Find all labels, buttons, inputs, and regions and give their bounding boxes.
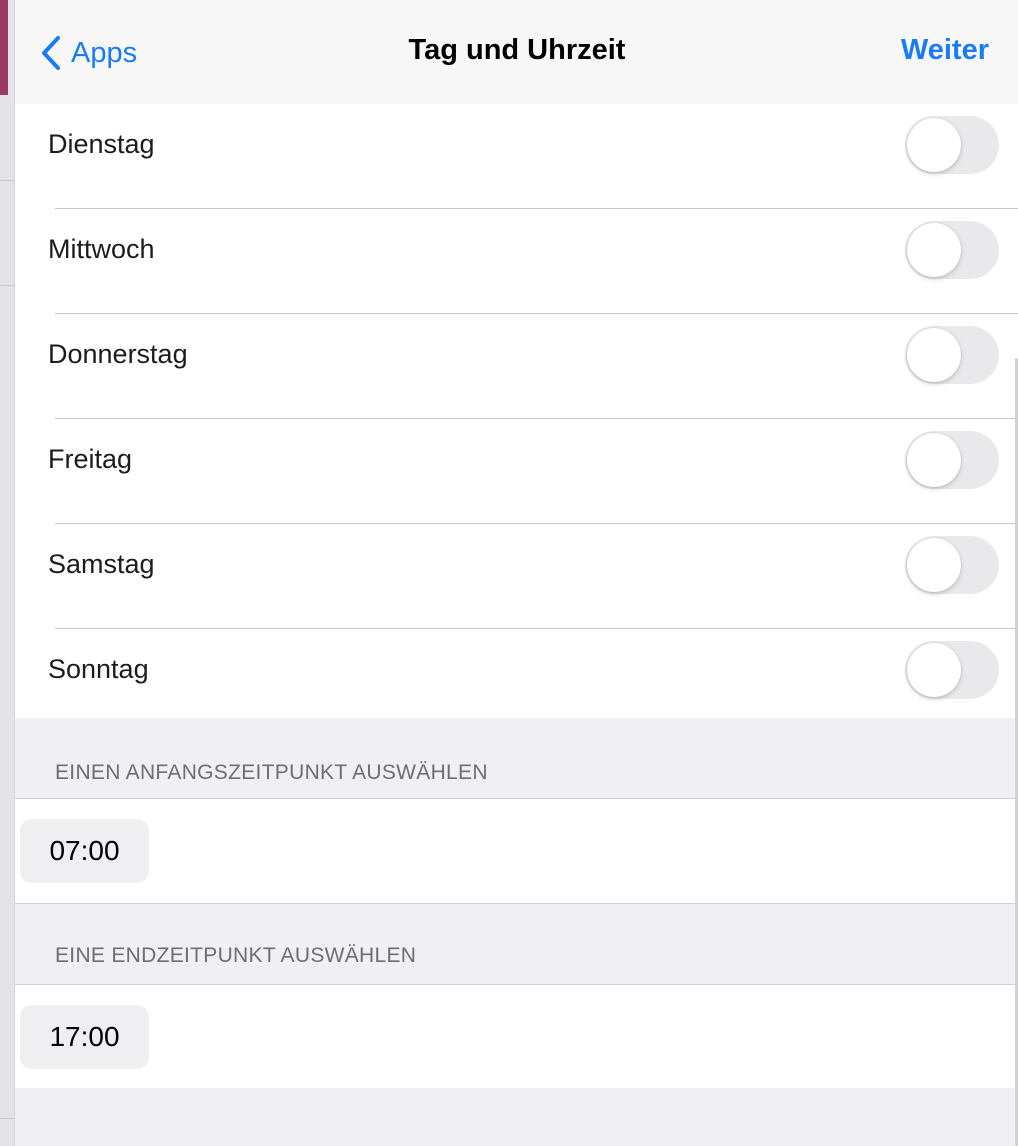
next-button[interactable]: Weiter	[901, 34, 989, 67]
weekday-row-mittwoch: Mittwoch	[15, 209, 1018, 314]
page-title: Tag und Uhrzeit	[408, 34, 626, 66]
weekday-toggle-dienstag[interactable]	[905, 116, 999, 174]
weekday-row-donnerstag: Donnerstag	[15, 314, 1018, 419]
modal-sheet: Apps Tag und Uhrzeit Weiter Dienstag Mit…	[14, 0, 1018, 1146]
weekday-toggle-mittwoch[interactable]	[905, 221, 999, 279]
weekday-label: Samstag	[48, 549, 155, 579]
toggle-knob	[907, 328, 961, 382]
navigation-bar: Apps Tag und Uhrzeit Weiter	[15, 0, 1018, 104]
weekday-row-dienstag: Dienstag	[15, 104, 1018, 209]
end-time-row: 17:00	[15, 985, 1018, 1090]
toggle-knob	[907, 538, 961, 592]
weekday-toggle-sonntag[interactable]	[905, 641, 999, 699]
toggle-knob	[907, 118, 961, 172]
background-accent	[0, 0, 8, 95]
weekday-label: Dienstag	[48, 129, 155, 159]
weekday-label: Donnerstag	[48, 339, 188, 369]
end-time-section-header: EINE ENDZEITPUNKT AUSWÄHLEN	[15, 904, 1018, 985]
toggle-knob	[907, 643, 961, 697]
weekday-row-samstag: Samstag	[15, 524, 1018, 629]
end-time-picker[interactable]: 17:00	[20, 1005, 149, 1069]
start-time-header-label: EINEN ANFANGSZEITPUNKT AUSWÄHLEN	[55, 761, 488, 784]
weekday-toggle-samstag[interactable]	[905, 536, 999, 594]
start-time-row: 07:00	[15, 799, 1018, 904]
start-time-section-header: EINEN ANFANGSZEITPUNKT AUSWÄHLEN	[15, 718, 1018, 799]
grouped-background-footer	[15, 1088, 1018, 1146]
weekday-toggle-donnerstag[interactable]	[905, 326, 999, 384]
weekday-list: Dienstag Mittwoch Donnerstag Freitag Sam…	[15, 104, 1018, 734]
weekday-toggle-freitag[interactable]	[905, 431, 999, 489]
start-time-picker[interactable]: 07:00	[20, 819, 149, 883]
weekday-label: Freitag	[48, 444, 133, 474]
weekday-label: Mittwoch	[48, 234, 155, 264]
end-time-header-label: EINE ENDZEITPUNKT AUSWÄHLEN	[55, 944, 417, 967]
weekday-label: Sonntag	[48, 654, 149, 684]
toggle-knob	[907, 433, 961, 487]
weekday-row-freitag: Freitag	[15, 419, 1018, 524]
toggle-knob	[907, 223, 961, 277]
